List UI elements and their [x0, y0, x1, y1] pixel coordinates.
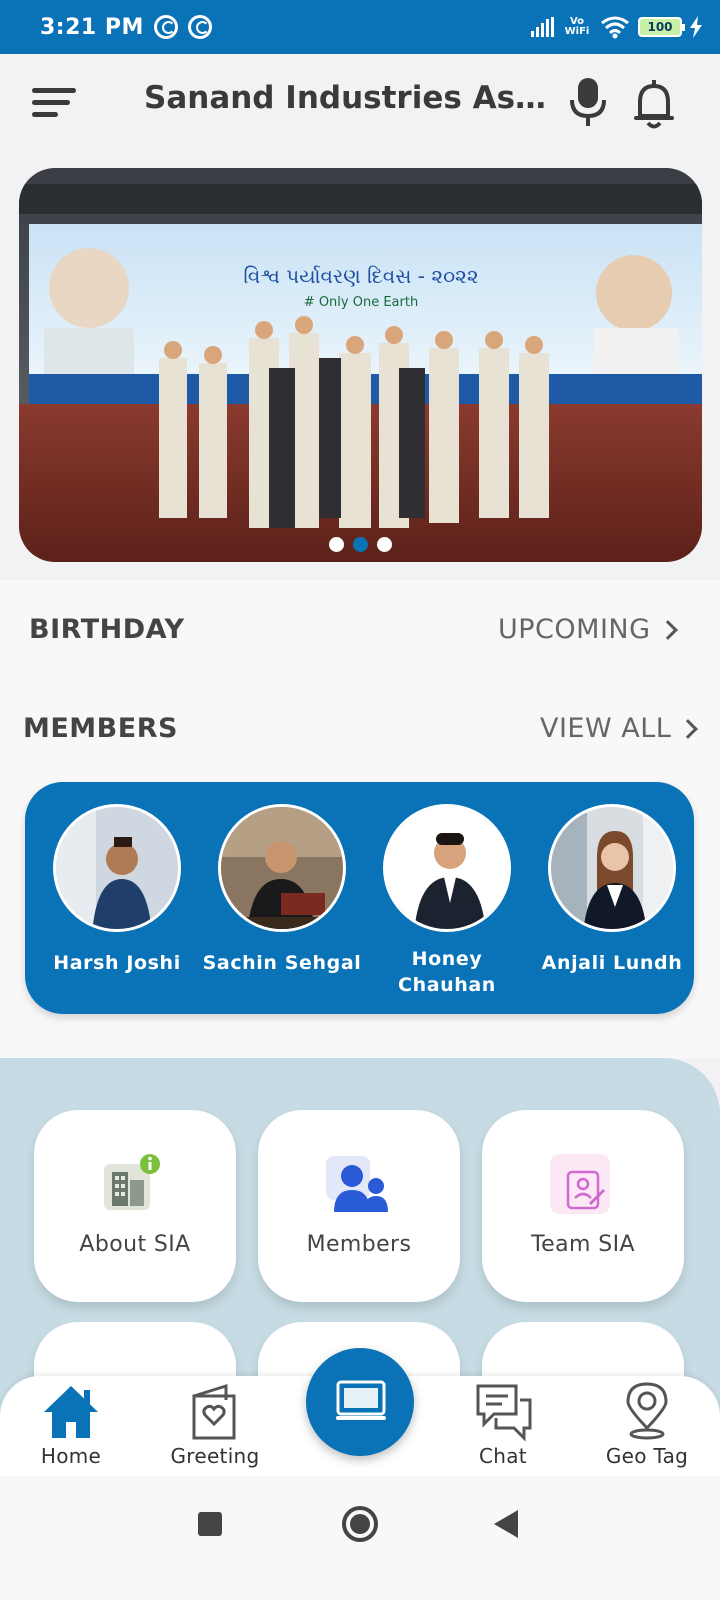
avatar [383, 804, 511, 932]
chevron-right-icon [657, 619, 678, 640]
banner-headline: વિશ્વ પર્યાવરણ દિવસ - ૨૦૨૨ [243, 264, 479, 288]
avatar [548, 804, 676, 932]
center-action-button[interactable] [306, 1348, 414, 1456]
notification-app-icon [153, 15, 178, 39]
carousel-dot[interactable] [377, 537, 392, 552]
member-name: Honey Chauhan [398, 948, 496, 996]
nav-home[interactable]: Home [16, 1380, 126, 1468]
building-info-icon [104, 1154, 160, 1210]
chat-icon [476, 1384, 532, 1442]
nav-chat[interactable]: Chat [448, 1380, 558, 1468]
avatar [218, 804, 346, 932]
avatar [53, 804, 181, 932]
carousel-indicator [19, 537, 702, 552]
nav-label: Home [40, 1444, 102, 1468]
member-name: Harsh Joshi [53, 952, 181, 974]
member-name: Anjali Lundh [541, 952, 683, 974]
home-button[interactable] [342, 1506, 378, 1542]
charging-icon [690, 16, 702, 38]
member-card[interactable]: Harsh Joshi [37, 804, 197, 976]
banner-image: વિશ્વ પર્યાવરણ દિવસ - ૨૦૨૨ # Only One Ea… [19, 168, 702, 562]
tile-about-sia[interactable]: About SIA [34, 1110, 236, 1302]
nav-geo-tag[interactable]: Geo Tag [592, 1380, 702, 1468]
nav-label: Greeting [170, 1444, 260, 1468]
recent-apps-button[interactable] [198, 1512, 222, 1536]
signal-icon [531, 17, 554, 37]
back-button[interactable] [494, 1510, 518, 1538]
chevron-right-icon [678, 718, 699, 739]
members-title: MEMBERS [23, 713, 178, 744]
microphone-icon[interactable] [568, 76, 608, 128]
banner-carousel[interactable]: વિશ્વ પર્યાવરણ દિવસ - ૨૦૨૨ # Only One Ea… [19, 168, 702, 562]
view-all-label: VIEW ALL [540, 713, 672, 744]
location-pin-icon [626, 1382, 668, 1440]
nav-greeting[interactable]: Greeting [160, 1380, 270, 1468]
members-carousel[interactable]: Harsh Joshi Sachin Sehgal Honey Chauhan … [25, 782, 694, 1014]
app-title: Sanand Industries Associ... [144, 80, 564, 116]
birthday-title: BIRTHDAY [29, 614, 185, 645]
home-icon [44, 1386, 98, 1438]
vowifi-label: Vo WiFi [564, 16, 590, 37]
view-all-link[interactable]: VIEW ALL [540, 713, 699, 744]
status-time: 3:21 PM [40, 14, 144, 40]
notification-app-icon [187, 15, 212, 39]
upcoming-label: UPCOMING [498, 614, 651, 645]
tile-team-sia[interactable]: Team SIA [482, 1110, 684, 1302]
id-card-icon [550, 1154, 610, 1214]
carousel-dot[interactable] [329, 537, 344, 552]
member-card[interactable]: Sachin Sehgal [202, 804, 362, 976]
battery-level: 100 [647, 20, 673, 34]
tile-label: Team SIA [531, 1232, 635, 1257]
greeting-card-icon [192, 1383, 236, 1440]
carousel-dot-active[interactable] [353, 537, 368, 552]
battery-icon: 100 [638, 17, 685, 37]
upcoming-link[interactable]: UPCOMING [498, 614, 678, 645]
member-card[interactable]: Honey Chauhan [367, 804, 527, 998]
menu-icon[interactable] [32, 84, 78, 124]
tile-label: Members [306, 1232, 412, 1257]
banner-tagline: # Only One Earth [304, 295, 418, 310]
app-bar: Sanand Industries Associ... [0, 54, 720, 154]
nav-label: Chat [479, 1444, 527, 1468]
wifi-icon [601, 16, 629, 39]
member-name: Sachin Sehgal [202, 952, 362, 974]
users-icon [326, 1156, 388, 1212]
system-navigation-bar [0, 1476, 720, 1600]
notification-bell-icon[interactable] [632, 78, 676, 130]
tile-members[interactable]: Members [258, 1110, 460, 1302]
nav-label: Geo Tag [605, 1444, 689, 1468]
member-card[interactable]: Anjali Lundh [532, 804, 692, 976]
tile-label: About SIA [79, 1232, 191, 1257]
screen-icon [336, 1380, 386, 1420]
status-bar: 3:21 PM Vo WiFi 100 [0, 0, 720, 54]
